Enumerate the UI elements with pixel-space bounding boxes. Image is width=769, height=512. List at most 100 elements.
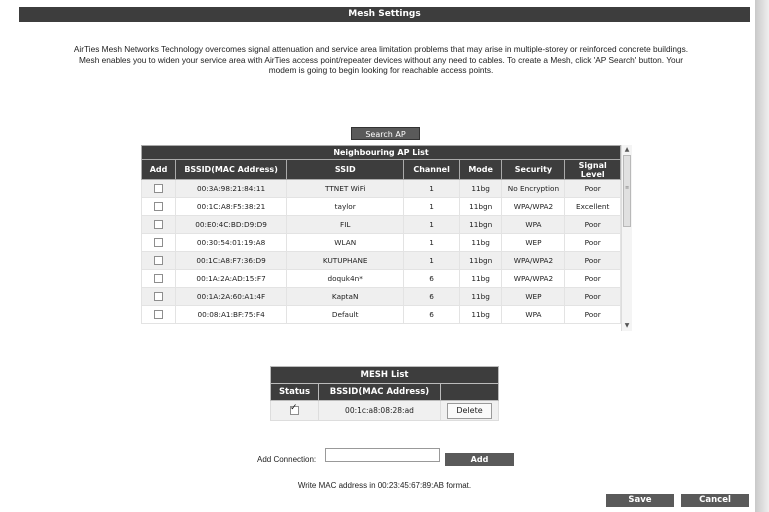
search-ap-button[interactable]: Search AP — [351, 127, 420, 140]
ap-mode-cell: 11bgn — [458, 197, 503, 216]
ap-bssid-cell: 00:30:54:01:19:A8 — [175, 233, 288, 252]
ap-channel-cell: 6 — [403, 269, 460, 288]
ap-column-header: Add — [141, 159, 177, 180]
add-button[interactable]: Add — [445, 453, 514, 466]
add-cell — [141, 269, 177, 288]
mesh-list: MESH List StatusBSSID(MAC Address) 00:1c… — [269, 366, 500, 421]
delete-button[interactable]: Delete — [447, 402, 492, 419]
add-checkbox[interactable] — [154, 310, 164, 319]
ap-mode-cell: 11bg — [458, 287, 503, 306]
ap-column-header: Security — [501, 159, 566, 180]
ap-row: 00:1A:2A:60:A1:4F KaptaN 6 11bg WEP Poor — [141, 287, 621, 306]
ap-signal-cell: Poor — [564, 305, 621, 324]
ap-ssid-cell: TTNET WiFi — [286, 179, 405, 198]
ap-mode-cell: 11bg — [458, 179, 503, 198]
ap-signal-cell: Poor — [564, 179, 621, 198]
ap-security-cell: WPA/WPA2 — [501, 269, 566, 288]
ap-signal-cell: Poor — [564, 287, 621, 306]
ap-security-cell: No Encryption — [501, 179, 566, 198]
ap-signal-cell: Excellent — [564, 197, 621, 216]
add-checkbox[interactable] — [154, 292, 164, 301]
mesh-column-header: BSSID(MAC Address) — [318, 383, 441, 401]
add-connection-label: Add Connection: — [257, 455, 317, 464]
add-cell — [141, 233, 177, 252]
add-cell — [141, 179, 177, 198]
ap-bssid-cell: 00:3A:98:21:84:11 — [175, 179, 288, 198]
ap-channel-cell: 6 — [403, 305, 460, 324]
add-cell — [141, 251, 177, 270]
add-checkbox[interactable] — [154, 184, 164, 193]
action-cell: Delete — [439, 400, 500, 421]
grip-icon: ≡ — [625, 185, 630, 191]
ap-row: 00:3A:98:21:84:11 TTNET WiFi 1 11bg No Encry… — [141, 179, 621, 198]
ap-column-header: Signal Level — [564, 159, 621, 180]
ap-security-cell: WEP — [501, 233, 566, 252]
add-cell — [141, 197, 177, 216]
mesh-column-header — [439, 383, 500, 401]
scrollbar-thumb[interactable]: ≡ — [623, 155, 631, 227]
scroll-up-icon[interactable]: ▲ — [622, 145, 632, 155]
mesh-list-caption: MESH List — [269, 366, 500, 384]
ap-bssid-cell: 00:1C:A8:F7:36:D9 — [175, 251, 288, 270]
ap-security-cell: WEP — [501, 287, 566, 306]
ap-row: 00:08:A1:BF:75:F4 Default 6 11bg WPA Poor — [141, 305, 621, 324]
ap-mode-cell: 11bg — [458, 305, 503, 324]
window-edge — [755, 0, 769, 512]
ap-mode-cell: 11bgn — [458, 251, 503, 270]
ap-channel-cell: 1 — [403, 179, 460, 198]
ap-row: 00:1C:A8:F5:38:21 taylor 1 11bgn WPA/WPA2 Exc… — [141, 197, 621, 216]
ap-ssid-cell: doquk4n* — [286, 269, 405, 288]
mesh-description: AirTies Mesh Networks Technology overcom… — [73, 44, 689, 76]
mesh-row: 00:1c:a8:08:28:ad Delete — [270, 400, 500, 421]
ap-column-header: Mode — [458, 159, 503, 180]
ap-row: 00:1A:2A:AD:15:F7 doquk4n* 6 11bg WPA/WPA2 Po… — [141, 269, 621, 288]
add-connection-input[interactable] — [325, 448, 440, 462]
ap-security-cell: WPA/WPA2 — [501, 197, 566, 216]
ap-row: 00:30:54:01:19:A8 WLAN 1 11bg WEP Poor — [141, 233, 621, 252]
cancel-button[interactable]: Cancel — [681, 494, 749, 507]
mac-format-hint: Write MAC address in 00:23:45:67:89:AB f… — [297, 481, 472, 490]
ap-column-header: SSID — [286, 159, 405, 180]
ap-ssid-cell: FIL — [286, 215, 405, 234]
ap-list-scrollbar[interactable]: ▲ ≡ ▼ — [621, 145, 632, 331]
status-cell — [270, 400, 319, 421]
ap-channel-cell: 1 — [403, 251, 460, 270]
ap-bssid-cell: 00:1A:2A:60:A1:4F — [175, 287, 288, 306]
mesh-table: MESH List StatusBSSID(MAC Address) 00:1c… — [269, 366, 500, 421]
ap-signal-cell: Poor — [564, 251, 621, 270]
add-checkbox[interactable] — [154, 238, 164, 247]
ap-bssid-cell: 00:E0:4C:BD:D9:D9 — [175, 215, 288, 234]
ap-signal-cell: Poor — [564, 215, 621, 234]
add-checkbox[interactable] — [154, 256, 164, 265]
status-checkbox[interactable] — [290, 403, 299, 416]
mesh-column-header: Status — [270, 383, 319, 401]
ap-security-cell: WPA — [501, 215, 566, 234]
add-checkbox[interactable] — [154, 274, 164, 283]
ap-row: 00:E0:4C:BD:D9:D9 FIL 1 11bgn WPA Poor — [141, 215, 621, 234]
save-button[interactable]: Save — [606, 494, 674, 507]
add-checkbox[interactable] — [154, 202, 164, 211]
ap-column-header: BSSID(MAC Address) — [175, 159, 288, 180]
ap-table: Neighbouring AP List Add BSSID(MAC Addres… — [141, 145, 621, 324]
ap-security-cell: WPA — [501, 305, 566, 324]
ap-signal-cell: Poor — [564, 233, 621, 252]
ap-security-cell: WPA/WPA2 — [501, 251, 566, 270]
ap-bssid-cell: 00:08:A1:BF:75:F4 — [175, 305, 288, 324]
ap-channel-cell: 1 — [403, 197, 460, 216]
add-cell — [141, 287, 177, 306]
ap-row: 00:1C:A8:F7:36:D9 KUTUPHANE 1 11bgn WPA/WPA2… — [141, 251, 621, 270]
ap-ssid-cell: taylor — [286, 197, 405, 216]
scroll-down-icon[interactable]: ▼ — [622, 321, 632, 331]
ap-ssid-cell: Default — [286, 305, 405, 324]
ap-mode-cell: 11bg — [458, 233, 503, 252]
ap-mode-cell: 11bg — [458, 269, 503, 288]
page-title: Mesh Settings — [19, 7, 750, 22]
ap-ssid-cell: KUTUPHANE — [286, 251, 405, 270]
ap-mode-cell: 11bgn — [458, 215, 503, 234]
ap-ssid-cell: WLAN — [286, 233, 405, 252]
ap-list-caption: Neighbouring AP List — [141, 145, 621, 160]
ap-signal-cell: Poor — [564, 269, 621, 288]
ap-channel-cell: 1 — [403, 233, 460, 252]
add-checkbox[interactable] — [154, 220, 164, 229]
ap-ssid-cell: KaptaN — [286, 287, 405, 306]
